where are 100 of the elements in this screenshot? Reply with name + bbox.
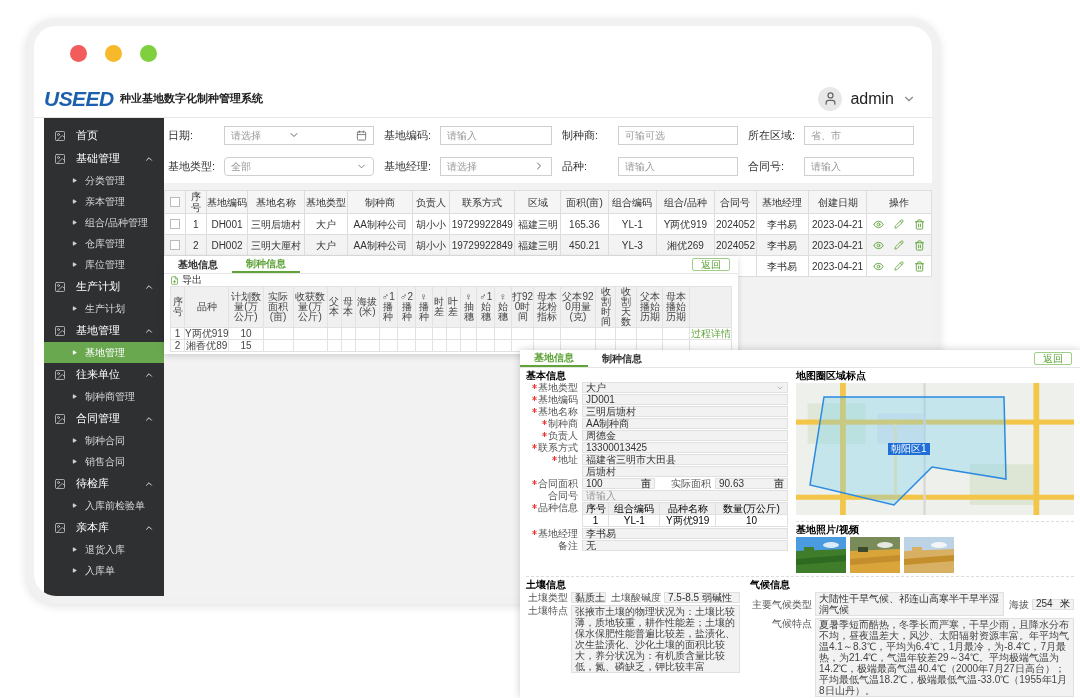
table-cell: 19729922849 <box>450 234 515 256</box>
sidebar-item[interactable]: 分类管理 <box>44 170 164 191</box>
field-label: 基地名称 <box>526 406 578 417</box>
edit-icon[interactable] <box>894 218 905 229</box>
sidebar-group-label: 往来单位 <box>76 367 121 383</box>
table-cell: 湘优269 <box>656 234 715 256</box>
column-header: 海拔(米) <box>355 286 380 328</box>
sidebar-group[interactable]: 基地管理 <box>44 319 164 342</box>
text-field[interactable]: 13300013425 <box>582 442 788 453</box>
sidebar-group[interactable]: 基础管理 <box>44 147 164 170</box>
image-icon <box>54 521 66 534</box>
sidebar-group[interactable]: 往来单位 <box>44 363 164 386</box>
checkbox[interactable] <box>169 197 180 207</box>
text-field[interactable]: 254 米 <box>1032 598 1074 610</box>
text-field[interactable]: 周德金 <box>582 430 788 441</box>
table-cell: 2 <box>170 339 185 352</box>
delete-icon[interactable] <box>914 218 926 230</box>
sidebar-item[interactable]: 生产计划 <box>44 298 164 319</box>
required-icon <box>532 408 537 413</box>
sidebar-item[interactable]: 退货入库 <box>44 539 164 560</box>
sidebar-item-label: 库位管理 <box>85 258 125 272</box>
sidebar-group[interactable]: 生产计划 <box>44 275 164 298</box>
text-field[interactable]: 7.5-8.5 弱碱性 <box>664 592 740 603</box>
table-cell: 李书易 <box>756 234 809 256</box>
sidebar-group-label: 基地管理 <box>76 323 121 339</box>
edit-icon[interactable] <box>894 239 905 250</box>
text-field[interactable]: 黏质土 <box>571 592 606 603</box>
bullet-icon <box>72 178 77 183</box>
column-header: ♂1播种 <box>379 286 398 328</box>
text-field[interactable]: 90.63 亩 <box>715 478 788 489</box>
sidebar-item[interactable]: 仓库管理 <box>44 233 164 254</box>
sidebar-item[interactable]: 库位管理 <box>44 254 164 275</box>
field-label: 基地经理 <box>526 528 578 539</box>
image-icon <box>54 152 66 165</box>
sidebar-item[interactable]: 销售合同 <box>44 451 164 472</box>
user-menu[interactable]: admin <box>818 86 916 111</box>
table-cell: AA制种公司 <box>347 234 413 256</box>
table-cell: Y两优919 <box>659 514 716 527</box>
field-label: 海拔 <box>1008 598 1029 610</box>
edit-icon[interactable] <box>894 260 905 271</box>
sidebar-group[interactable]: 亲本库 <box>44 516 164 539</box>
column-header: 收割天数 <box>615 286 637 328</box>
column-header: 品种 <box>184 286 229 328</box>
filter-label: 品种: <box>562 158 589 174</box>
checkbox[interactable] <box>169 240 180 250</box>
text-field[interactable]: 三明后塘村 <box>582 406 788 417</box>
unit-label: 米 <box>1060 599 1070 609</box>
text-field[interactable]: 福建省三明市大田县 <box>582 454 788 465</box>
delete-icon[interactable] <box>914 239 926 251</box>
sidebar-item[interactable]: 制种合同 <box>44 430 164 451</box>
column-header: ♀播种 <box>415 286 433 328</box>
column-header: 创建日期 <box>808 190 867 214</box>
text-field[interactable]: 100 亩 <box>582 478 655 489</box>
tab[interactable]: 制种信息 <box>588 350 656 367</box>
checkbox[interactable] <box>169 219 180 229</box>
text-field[interactable]: 大陆性干旱气候、祁连山高寒半干旱半湿润气候 <box>815 592 1004 616</box>
text-field[interactable]: 后塘村 <box>582 466 788 477</box>
sidebar-group-label: 生产计划 <box>76 279 121 295</box>
sidebar-item[interactable]: 组合/品种管理 <box>44 212 164 233</box>
view-icon[interactable] <box>873 239 885 251</box>
sidebar-group-label: 亲本库 <box>76 520 110 536</box>
column-header: 母本 <box>341 286 356 328</box>
column-header: 收获数量(万公斤) <box>293 286 328 328</box>
column-header: 父本播始历期 <box>636 286 663 328</box>
export-link[interactable]: 导出 <box>182 275 202 285</box>
view-icon[interactable] <box>873 260 885 272</box>
description-box: 张掖市土壤的物理状况为：土壤比较薄，质地较重，耕作性能差；土壤的保水保肥性能普遍比较差，盐渍化、次生盐渍化、沙化土壤的面积比较大，养分状况为：有机质含量比较低，氮、磷缺乏，钾比较丰富 <box>571 605 740 673</box>
delete-icon[interactable] <box>914 260 926 272</box>
bullet-icon <box>72 568 77 573</box>
column-header: ♀始穗 <box>494 286 512 328</box>
sidebar-item[interactable]: 入库单 <box>44 560 164 581</box>
tab[interactable]: 基地信息 <box>164 256 232 273</box>
column-header: 打920时间 <box>511 286 534 328</box>
table-cell: 1 <box>185 213 207 235</box>
text-field[interactable]: JD001 <box>582 394 788 405</box>
sidebar-item[interactable]: 入库前检验单 <box>44 495 164 516</box>
sidebar-item[interactable]: 亲本管理 <box>44 191 164 212</box>
table-cell: 三明后塘村 <box>247 213 305 235</box>
text-field[interactable]: AA制种商 <box>582 418 788 429</box>
filter-label: 基地编码: <box>384 127 433 143</box>
text-field[interactable]: 无 <box>582 540 788 551</box>
sidebar-item[interactable]: 制种商管理 <box>44 386 164 407</box>
select-field[interactable]: 大户 <box>582 382 788 393</box>
required-icon <box>532 384 537 389</box>
table-cell: 福建三明 <box>514 213 561 235</box>
view-icon[interactable] <box>873 218 885 230</box>
filter-label: 合同号: <box>748 158 786 174</box>
section-title: 基地照片/视频 <box>796 524 860 535</box>
table-cell: 2023-04-21 <box>808 213 867 235</box>
table-cell: 450.21 <box>560 234 609 256</box>
text-field[interactable]: 李书易 <box>582 528 788 539</box>
column-header: 父本 <box>327 286 342 328</box>
sidebar-group[interactable]: 待检库 <box>44 472 164 495</box>
sidebar-group[interactable]: 首页 <box>44 124 164 147</box>
table-cell: 19729922849 <box>450 213 515 235</box>
table-cell: YL-1 <box>608 213 657 235</box>
sidebar-item-label: 入库前检验单 <box>85 499 145 513</box>
sidebar-group[interactable]: 合同管理 <box>44 407 164 430</box>
field-label: 主要气候类型 <box>751 598 812 610</box>
sidebar-item-label: 销售合同 <box>85 455 125 469</box>
